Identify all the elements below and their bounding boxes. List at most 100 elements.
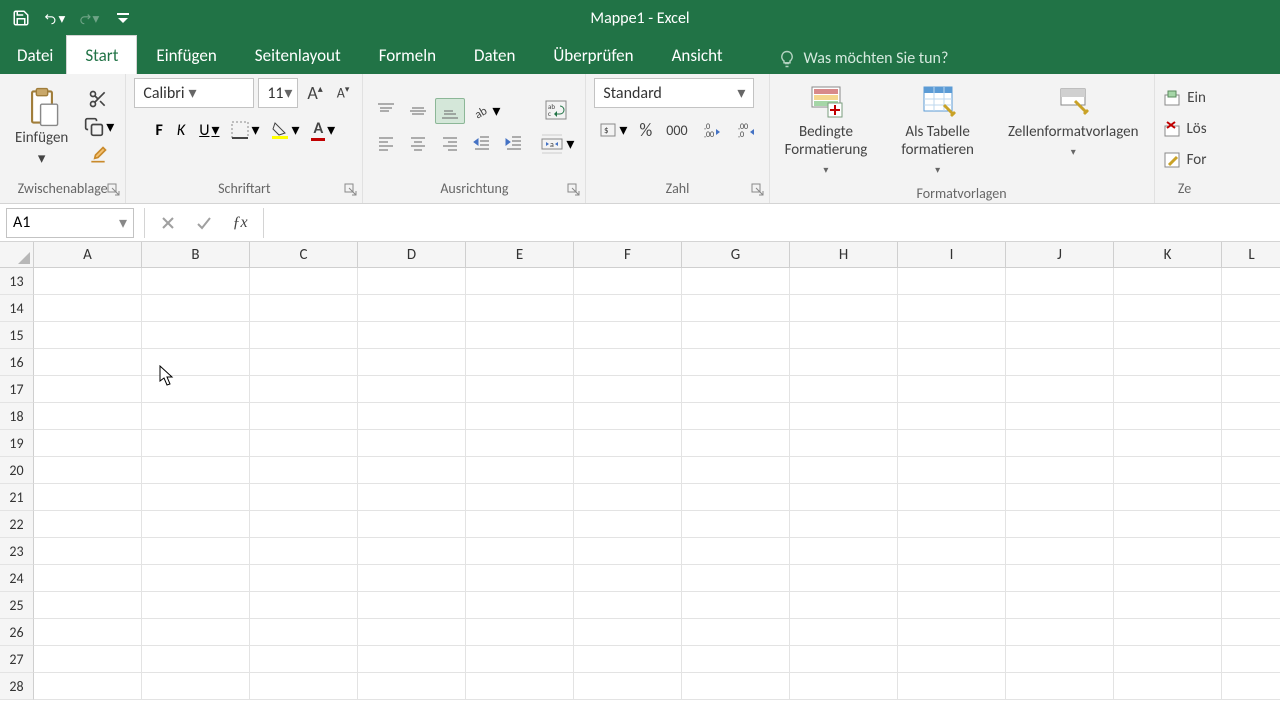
row-header[interactable]: 26	[0, 619, 34, 646]
cell[interactable]	[466, 511, 574, 538]
cell[interactable]	[1006, 673, 1114, 700]
cut-button[interactable]	[79, 86, 117, 112]
cell[interactable]	[898, 322, 1006, 349]
formula-input[interactable]	[263, 208, 1280, 238]
cell[interactable]	[1114, 619, 1222, 646]
cell[interactable]	[1006, 295, 1114, 322]
row-header[interactable]: 22	[0, 511, 34, 538]
cell[interactable]	[574, 457, 682, 484]
cell[interactable]	[142, 457, 250, 484]
decrease-decimal-button[interactable]: ,00,0	[731, 116, 761, 144]
cell[interactable]	[250, 511, 358, 538]
increase-indent-button[interactable]	[499, 130, 529, 156]
cell[interactable]	[466, 349, 574, 376]
cell[interactable]	[250, 457, 358, 484]
cell[interactable]	[898, 538, 1006, 565]
cell[interactable]	[790, 268, 898, 295]
row-header[interactable]: 16	[0, 349, 34, 376]
cell[interactable]	[1114, 457, 1222, 484]
cell[interactable]	[358, 484, 466, 511]
bold-button[interactable]: F	[151, 118, 168, 143]
font-name-combo[interactable]: Calibri▾	[134, 78, 254, 108]
cell[interactable]	[1222, 484, 1280, 511]
cell[interactable]	[682, 268, 790, 295]
column-header[interactable]: G	[682, 242, 790, 268]
cell[interactable]	[574, 349, 682, 376]
percent-button[interactable]: %	[634, 116, 657, 144]
cell[interactable]	[250, 403, 358, 430]
italic-button[interactable]: K	[172, 118, 190, 143]
cell[interactable]	[790, 430, 898, 457]
cell[interactable]	[34, 430, 142, 457]
cell[interactable]	[574, 484, 682, 511]
cell[interactable]	[682, 565, 790, 592]
cell[interactable]	[1222, 268, 1280, 295]
cell[interactable]	[1222, 619, 1280, 646]
name-box[interactable]: A1 ▾	[6, 208, 134, 238]
cell-styles-button[interactable]: Zellenformatvorlagen ▾	[1001, 78, 1146, 163]
cell[interactable]	[34, 538, 142, 565]
grow-font-button[interactable]: A▴	[302, 79, 327, 107]
column-header[interactable]: A	[34, 242, 142, 268]
row-header[interactable]: 25	[0, 592, 34, 619]
cell[interactable]	[250, 349, 358, 376]
cell[interactable]	[142, 619, 250, 646]
cell[interactable]	[250, 592, 358, 619]
cell[interactable]	[898, 673, 1006, 700]
column-header[interactable]: F	[574, 242, 682, 268]
cell[interactable]	[142, 403, 250, 430]
row-header[interactable]: 28	[0, 673, 34, 700]
cell[interactable]	[358, 322, 466, 349]
copy-button[interactable]: ▾	[79, 114, 117, 140]
cell[interactable]	[1114, 484, 1222, 511]
cell[interactable]	[790, 322, 898, 349]
cell[interactable]	[34, 646, 142, 673]
tab-file[interactable]: Datei	[4, 35, 66, 74]
cell[interactable]	[142, 673, 250, 700]
column-header[interactable]: E	[466, 242, 574, 268]
cell[interactable]	[682, 349, 790, 376]
number-format-combo[interactable]: Standard▾	[594, 78, 754, 108]
shrink-font-button[interactable]: A▾	[332, 81, 355, 105]
cell[interactable]	[358, 673, 466, 700]
cell[interactable]	[1006, 430, 1114, 457]
cell[interactable]	[1114, 565, 1222, 592]
cell[interactable]	[790, 592, 898, 619]
row-header[interactable]: 27	[0, 646, 34, 673]
cell[interactable]	[574, 646, 682, 673]
cell[interactable]	[574, 403, 682, 430]
cell[interactable]	[34, 403, 142, 430]
cell[interactable]	[358, 538, 466, 565]
cell[interactable]	[466, 592, 574, 619]
cell[interactable]	[898, 349, 1006, 376]
cell[interactable]	[1222, 511, 1280, 538]
cell[interactable]	[1114, 592, 1222, 619]
cell[interactable]	[250, 673, 358, 700]
cell[interactable]	[34, 268, 142, 295]
cell[interactable]	[574, 592, 682, 619]
cell[interactable]	[1006, 565, 1114, 592]
align-middle-button[interactable]	[403, 98, 433, 124]
cell[interactable]	[1222, 349, 1280, 376]
wrap-text-button[interactable]: abc	[535, 96, 577, 124]
cell[interactable]	[790, 565, 898, 592]
cell[interactable]	[358, 376, 466, 403]
cell[interactable]	[466, 376, 574, 403]
cell[interactable]	[250, 268, 358, 295]
cell[interactable]	[142, 646, 250, 673]
cell[interactable]	[898, 457, 1006, 484]
tab-review[interactable]: Überprüfen	[534, 35, 652, 74]
cell[interactable]	[466, 430, 574, 457]
cell[interactable]	[790, 403, 898, 430]
cell[interactable]	[898, 565, 1006, 592]
column-header[interactable]: B	[142, 242, 250, 268]
cell[interactable]	[790, 619, 898, 646]
cell[interactable]	[682, 484, 790, 511]
cell[interactable]	[1222, 376, 1280, 403]
cell[interactable]	[466, 403, 574, 430]
cell[interactable]	[898, 403, 1006, 430]
row-header[interactable]: 24	[0, 565, 34, 592]
cell[interactable]	[574, 295, 682, 322]
cell[interactable]	[250, 538, 358, 565]
cell[interactable]	[358, 295, 466, 322]
